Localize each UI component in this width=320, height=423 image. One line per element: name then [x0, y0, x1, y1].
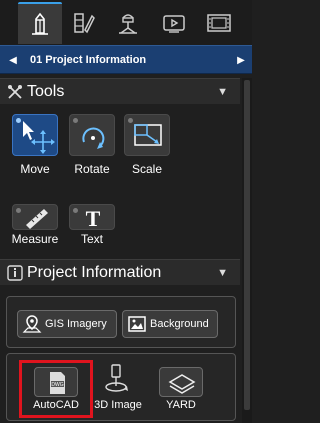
ruler-icon: [26, 209, 48, 229]
project-info-section-title: Project Information: [27, 264, 162, 281]
mode-tab-materials[interactable]: [62, 2, 106, 44]
mode-tab-video[interactable]: [152, 2, 196, 44]
background-button[interactable]: Background: [122, 310, 218, 338]
tools-icon: [8, 85, 22, 99]
text-label: Text: [80, 232, 103, 246]
info-icon: [7, 265, 23, 281]
measure-label: Measure: [11, 232, 59, 246]
rotate-icon: [82, 127, 105, 149]
tools-section-title: Tools: [27, 83, 65, 100]
tools-section-header[interactable]: Tools ▼: [0, 78, 240, 104]
yard-button[interactable]: [159, 367, 203, 397]
rotate-tool-button[interactable]: [69, 114, 115, 156]
materials-icon: [74, 13, 95, 34]
panel-scrollbar[interactable]: [242, 78, 252, 423]
3d-image-icon: [105, 364, 128, 392]
prev-arrow-icon[interactable]: ◀: [6, 46, 20, 75]
gis-imagery-button[interactable]: GIS Imagery: [17, 310, 117, 338]
chevron-down-icon[interactable]: ▼: [217, 79, 228, 105]
measure-tool-button[interactable]: [12, 204, 58, 230]
project-info-section-header[interactable]: Project Information ▼: [0, 259, 240, 285]
scale-icon: [134, 124, 162, 146]
mode-tab-scene[interactable]: [106, 2, 150, 44]
move-tool-button[interactable]: [12, 114, 58, 156]
project-nav-title[interactable]: 01 Project Information: [30, 46, 146, 75]
svg-text:T: T: [86, 206, 101, 231]
gis-imagery-label: GIS Imagery: [45, 318, 107, 330]
scene-icon: [119, 14, 137, 34]
yard-icon: [168, 374, 196, 394]
scale-label: Scale: [131, 162, 163, 176]
mode-tab-edit[interactable]: [18, 2, 62, 44]
yard-label: YARD: [166, 399, 196, 411]
background-label: Background: [150, 318, 209, 330]
3d-image-button[interactable]: [96, 362, 136, 396]
video-icon: [163, 15, 185, 33]
move-icon: [23, 121, 55, 154]
pencil-icon: [32, 12, 48, 35]
autocad-highlight-box: [19, 360, 93, 418]
mode-tab-film[interactable]: [197, 2, 241, 44]
map-pin-icon: [22, 315, 42, 333]
rotate-label: Rotate: [74, 162, 110, 176]
project-nav: ◀ 01 Project Information ▶: [0, 45, 252, 74]
text-icon: T: [86, 206, 101, 231]
text-tool-button[interactable]: T: [69, 204, 115, 231]
chevron-down-icon[interactable]: ▼: [217, 260, 228, 286]
scrollbar-thumb[interactable]: [244, 80, 250, 410]
image-icon: [128, 316, 146, 332]
move-label: Move: [20, 162, 50, 176]
scale-tool-button[interactable]: [124, 114, 170, 156]
3d-image-label: 3D Image: [94, 399, 142, 411]
next-arrow-icon[interactable]: ▶: [234, 46, 248, 75]
mode-toolbar: [0, 0, 252, 45]
film-icon: [207, 14, 231, 32]
